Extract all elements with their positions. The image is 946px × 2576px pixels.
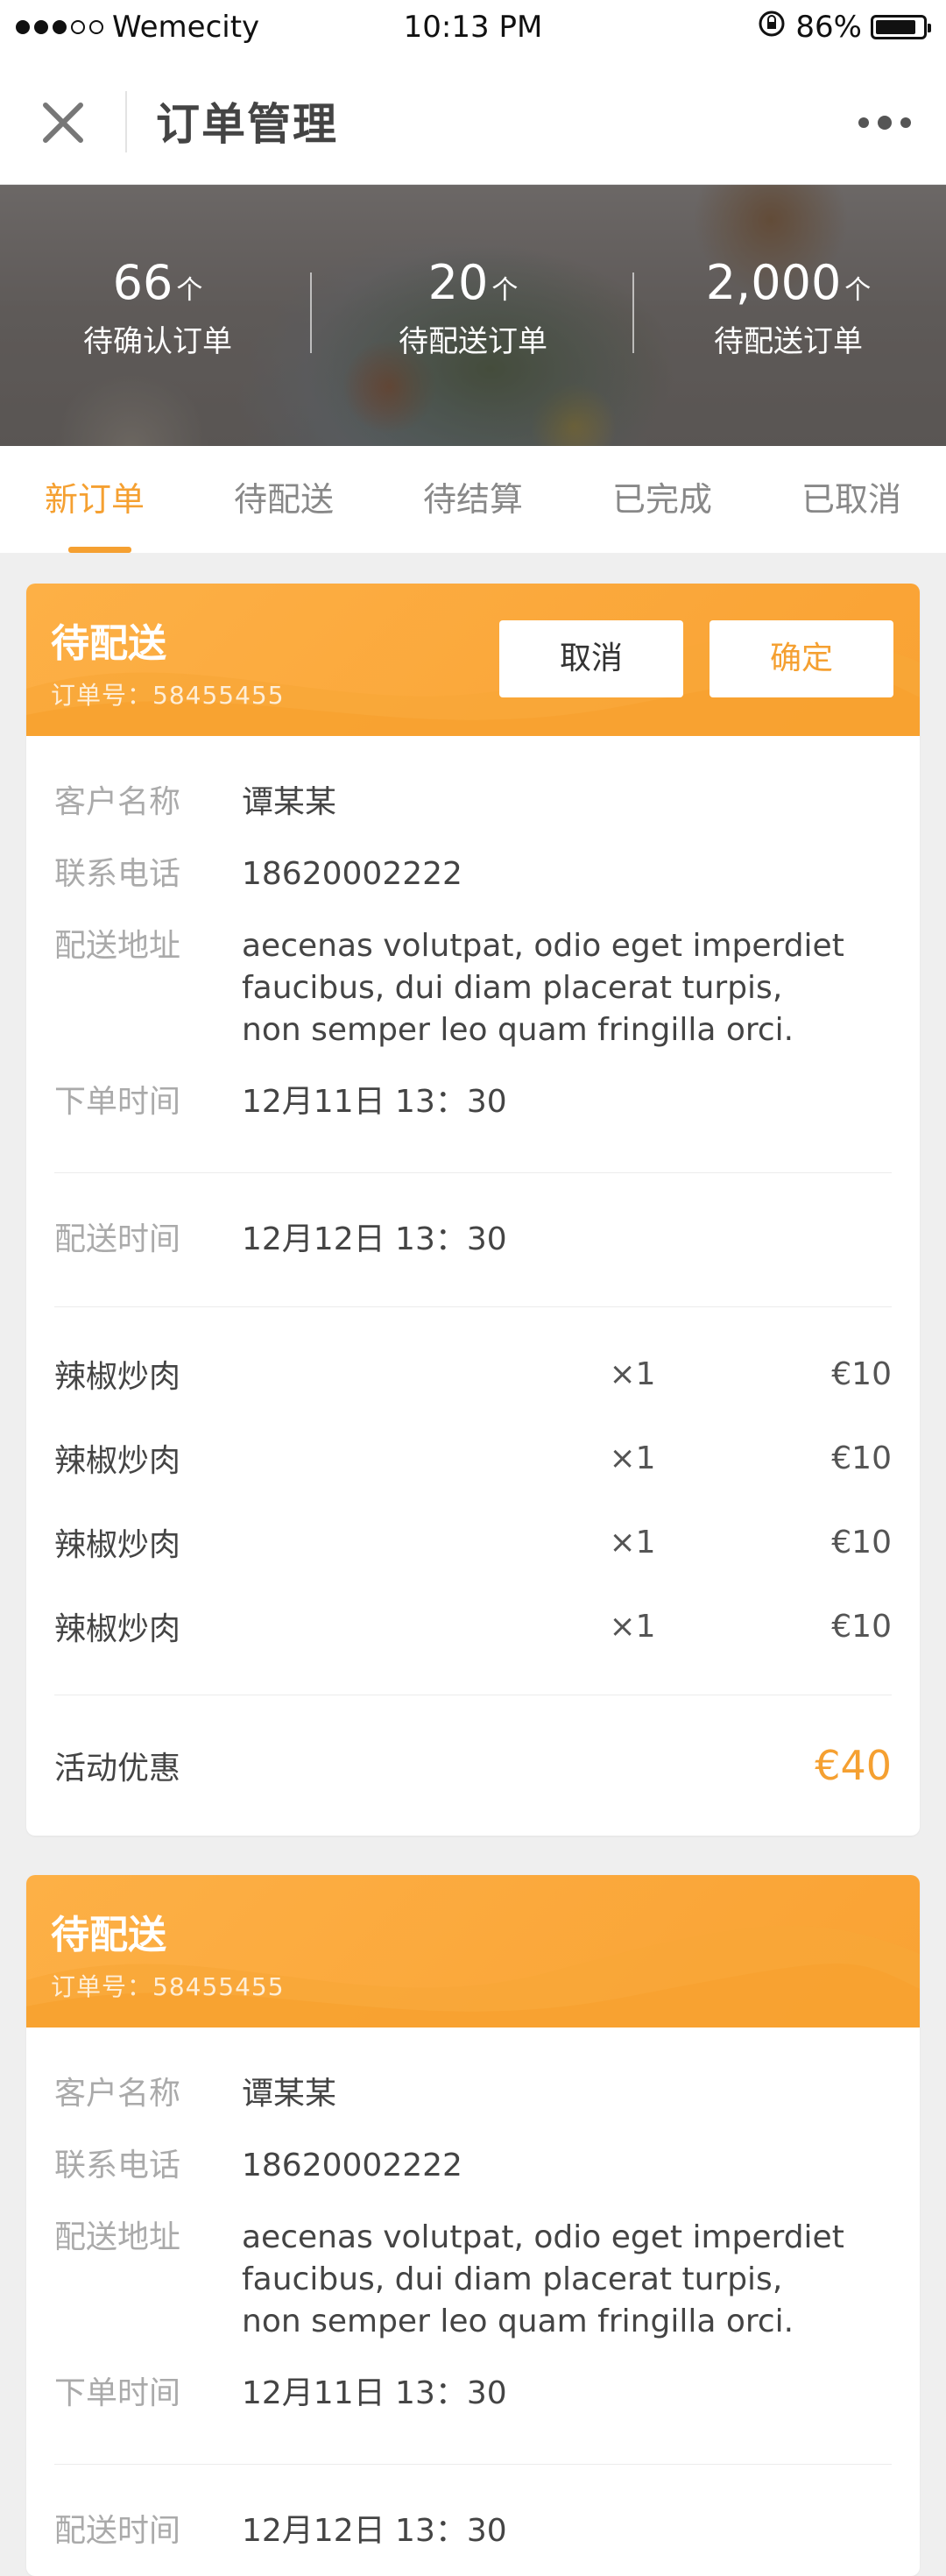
phone-row: 联系电话 18620002222 — [54, 853, 892, 895]
order-item: 辣椒炒肉 ×1 €10 — [54, 1332, 892, 1416]
order-card: 待配送 订单号：58455455 客户名称 谭某某 联系电话 186200022… — [26, 1875, 920, 2576]
customer-name: 谭某某 — [242, 2076, 337, 2112]
delivery-time: 12月12日 13：30 — [242, 2513, 507, 2549]
tab-pending-delivery[interactable]: 待配送 — [189, 446, 378, 553]
order-time: 12月11日 13：30 — [242, 2375, 507, 2411]
more-icon — [858, 117, 869, 128]
stat-unit: 个 — [491, 275, 519, 306]
signal-strength-icon — [16, 20, 103, 34]
order-card-header: 待配送 订单号：58455455 — [26, 1875, 920, 2028]
nav-bar: 订单管理 — [0, 54, 946, 185]
stat-unit: 个 — [844, 275, 872, 306]
item-quantity: ×1 — [609, 1440, 656, 1476]
order-card: 待配送 订单号：58455455 取消 确定 客户名称 谭某某 联系电话 186… — [26, 584, 920, 1836]
customer-name: 谭某某 — [242, 784, 337, 820]
order-time-label: 下单时间 — [54, 1084, 181, 1120]
stat-divider — [310, 272, 312, 353]
phone-label: 联系电话 — [54, 2148, 181, 2183]
tab-new-orders[interactable]: 新订单 — [0, 446, 189, 553]
item-price: €10 — [831, 1355, 892, 1392]
order-time: 12月11日 13：30 — [242, 1084, 507, 1120]
order-card-body: 客户名称 谭某某 联系电话 18620002222 配送地址 aecenas v… — [26, 782, 920, 1836]
order-item: 辣椒炒肉 ×1 €10 — [54, 1584, 892, 1668]
divider — [54, 2464, 892, 2465]
cancel-button[interactable]: 取消 — [499, 620, 683, 697]
order-time-label: 下单时间 — [54, 2375, 181, 2411]
promotion-row: 活动优惠 €40 — [54, 1695, 892, 1836]
stat-value: 2,000 — [705, 255, 842, 310]
stat-pending-delivery[interactable]: 20 个 待配送订单 — [315, 185, 631, 446]
item-name: 辣椒炒肉 — [54, 1443, 181, 1479]
order-number: 订单号：58455455 — [51, 681, 285, 710]
address-row: 配送地址 aecenas volutpat, odio eget imperdi… — [54, 2217, 892, 2343]
delivery-time-row: 配送时间 12月12日 13：30 — [54, 2510, 892, 2552]
address-label: 配送地址 — [54, 2219, 181, 2255]
stat-label: 待确认订单 — [83, 324, 232, 359]
close-icon — [43, 103, 83, 143]
stat-pending-delivery-2[interactable]: 2,000 个 待配送订单 — [631, 185, 946, 446]
order-item: 辣椒炒肉 ×1 €10 — [54, 1416, 892, 1500]
item-price: €10 — [831, 1608, 892, 1645]
page-title: 订单管理 — [156, 99, 338, 150]
battery-icon — [871, 15, 931, 39]
more-icon-dot — [878, 116, 892, 130]
phone-number[interactable]: 18620002222 — [242, 853, 846, 895]
tab-pending-settlement[interactable]: 待结算 — [378, 446, 568, 553]
item-name: 辣椒炒肉 — [54, 1611, 181, 1647]
stat-unit: 个 — [176, 275, 203, 306]
item-name: 辣椒炒肉 — [54, 1527, 181, 1563]
delivery-time-row: 配送时间 12月12日 13：30 — [54, 1219, 892, 1261]
order-card-body: 客户名称 谭某某 联系电话 18620002222 配送地址 aecenas v… — [26, 2073, 920, 2552]
more-button[interactable] — [850, 98, 920, 147]
order-status: 待配送 — [51, 1913, 166, 1957]
order-card-header: 待配送 订单号：58455455 取消 确定 — [26, 584, 920, 736]
order-tabs: 新订单 待配送 待结算 已完成 已取消 — [0, 446, 946, 553]
tab-completed[interactable]: 已完成 — [568, 446, 757, 553]
lock-rotation-icon — [757, 9, 787, 46]
battery-percent: 86% — [795, 10, 862, 45]
item-price: €10 — [831, 1440, 892, 1476]
delivery-time: 12月12日 13：30 — [242, 1221, 507, 1257]
delivery-time-label: 配送时间 — [54, 2513, 181, 2549]
customer-label: 客户名称 — [54, 2076, 181, 2112]
order-item: 辣椒炒肉 ×1 €10 — [54, 1500, 892, 1584]
order-time-row: 下单时间 12月11日 13：30 — [54, 1081, 892, 1123]
order-time-row: 下单时间 12月11日 13：30 — [54, 2373, 892, 2415]
customer-label: 客户名称 — [54, 784, 181, 820]
stat-value: 66 — [112, 255, 173, 310]
stat-value: 20 — [427, 255, 489, 310]
nav-divider — [125, 91, 127, 152]
address-row: 配送地址 aecenas volutpat, odio eget imperdi… — [54, 925, 892, 1051]
order-number: 订单号：58455455 — [51, 1972, 285, 2001]
delivery-address: aecenas volutpat, odio eget imperdiet fa… — [242, 2219, 844, 2339]
promotion-label: 活动优惠 — [54, 1751, 181, 1787]
more-icon-dot — [900, 117, 911, 128]
phone-label: 联系电话 — [54, 856, 181, 892]
divider — [54, 1172, 892, 1173]
promotion-amount: €40 — [815, 1742, 892, 1789]
order-status: 待配送 — [51, 621, 166, 666]
item-quantity: ×1 — [609, 1608, 656, 1645]
customer-row: 客户名称 谭某某 — [54, 782, 892, 824]
tab-cancelled[interactable]: 已取消 — [757, 446, 946, 553]
item-name: 辣椒炒肉 — [54, 1359, 181, 1395]
address-label: 配送地址 — [54, 928, 181, 964]
phone-number[interactable]: 18620002222 — [242, 2145, 846, 2187]
stat-label: 待配送订单 — [714, 324, 863, 359]
customer-row: 客户名称 谭某某 — [54, 2073, 892, 2115]
item-quantity: ×1 — [609, 1355, 656, 1392]
item-price: €10 — [831, 1524, 892, 1560]
stat-pending-confirm[interactable]: 66 个 待确认订单 — [0, 185, 315, 446]
delivery-address: aecenas volutpat, odio eget imperdiet fa… — [242, 928, 844, 1048]
status-bar: Wemecity 10:13 PM 86% — [0, 0, 946, 54]
phone-row: 联系电话 18620002222 — [54, 2145, 892, 2187]
close-button[interactable] — [30, 89, 96, 156]
item-quantity: ×1 — [609, 1524, 656, 1560]
confirm-button[interactable]: 确定 — [710, 620, 893, 697]
carrier-name: Wemecity — [112, 10, 260, 45]
stats-banner: 66 个 待确认订单 20 个 待配送订单 2,000 个 待配送订单 — [0, 185, 946, 446]
stat-label: 待配送订单 — [399, 324, 547, 359]
delivery-time-label: 配送时间 — [54, 1221, 181, 1257]
